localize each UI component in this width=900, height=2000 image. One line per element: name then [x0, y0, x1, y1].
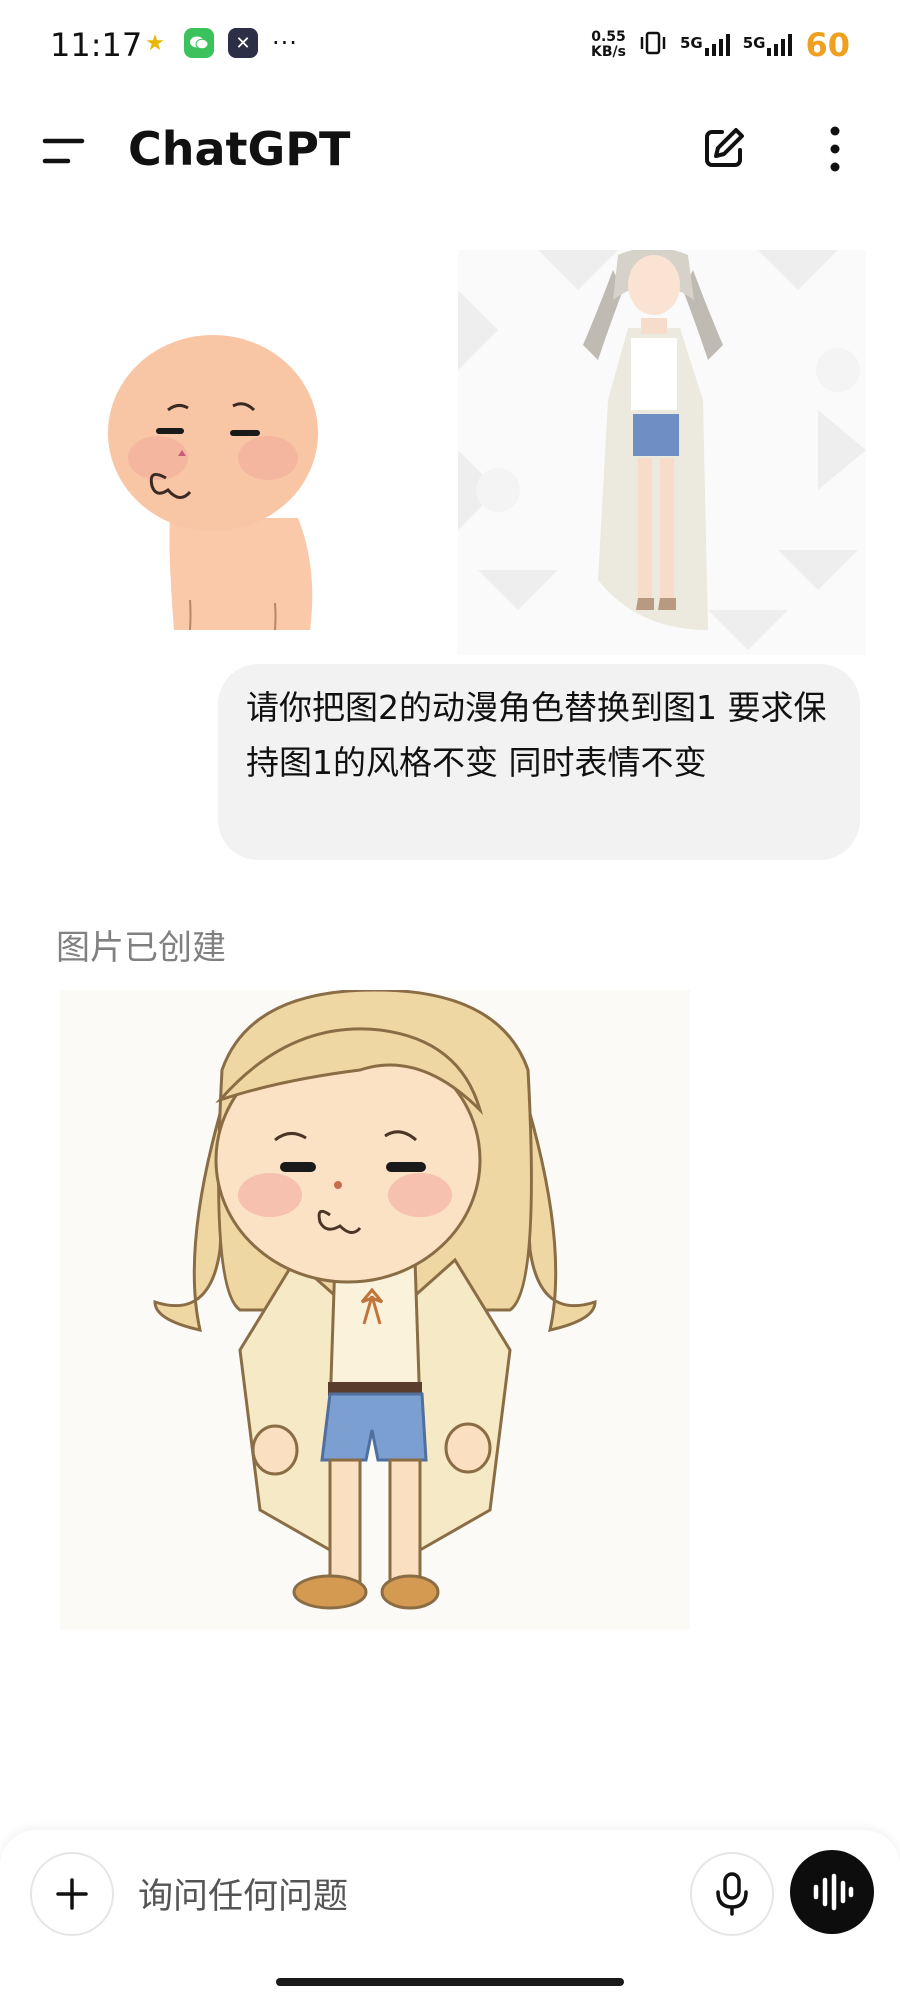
message-input[interactable]: 询问任何问题: [138, 1868, 348, 1919]
status-app-icons: ★ ✕ ···: [140, 28, 298, 58]
signal-label-1: 5G: [679, 34, 703, 52]
voice-mode-button[interactable]: [790, 1850, 874, 1934]
generated-image[interactable]: [60, 988, 690, 1630]
signal-bars-icon: [704, 34, 730, 56]
new-chat-edit-icon[interactable]: [700, 124, 748, 172]
user-message-text: 请你把图2的动漫角色替换到图1 要求保持图1的风格不变 同时表情不变: [246, 688, 827, 782]
voice-mode-icon: [813, 1873, 854, 1911]
home-indicator[interactable]: [276, 1978, 624, 1986]
image-created-status: 图片已创建: [56, 928, 226, 968]
signal-label-2: 5G: [742, 34, 766, 52]
app-icon: ✕: [228, 28, 258, 58]
signal-5g-2: 5G: [743, 34, 794, 56]
signal-5g-1: 5G: [680, 34, 731, 56]
status-time: 11:17: [50, 26, 143, 64]
more-vert-icon[interactable]: [822, 124, 848, 174]
uploaded-image-1[interactable]: [108, 318, 348, 631]
microphone-button[interactable]: [690, 1852, 774, 1936]
app-title: ChatGPT: [128, 122, 351, 176]
net-speed-value: 0.55: [591, 29, 626, 45]
net-speed-unit: KB/s: [591, 44, 626, 60]
more-notifications-icon: ···: [272, 29, 298, 57]
plus-icon: [56, 1878, 88, 1910]
vibrate-icon: [638, 30, 668, 60]
menu-icon[interactable]: [42, 136, 86, 166]
attach-button[interactable]: [30, 1852, 114, 1936]
net-speed: 0.55 KB/s: [591, 30, 626, 60]
uploaded-image-2[interactable]: [458, 247, 866, 655]
notification-app-icon: ★: [140, 28, 170, 58]
battery-level: 60: [805, 26, 850, 64]
signal-bars-icon: [767, 34, 793, 56]
microphone-icon: [716, 1872, 748, 1916]
wechat-icon: [184, 28, 214, 58]
status-right-cluster: 0.55 KB/s 5G 5G 60: [591, 26, 850, 64]
